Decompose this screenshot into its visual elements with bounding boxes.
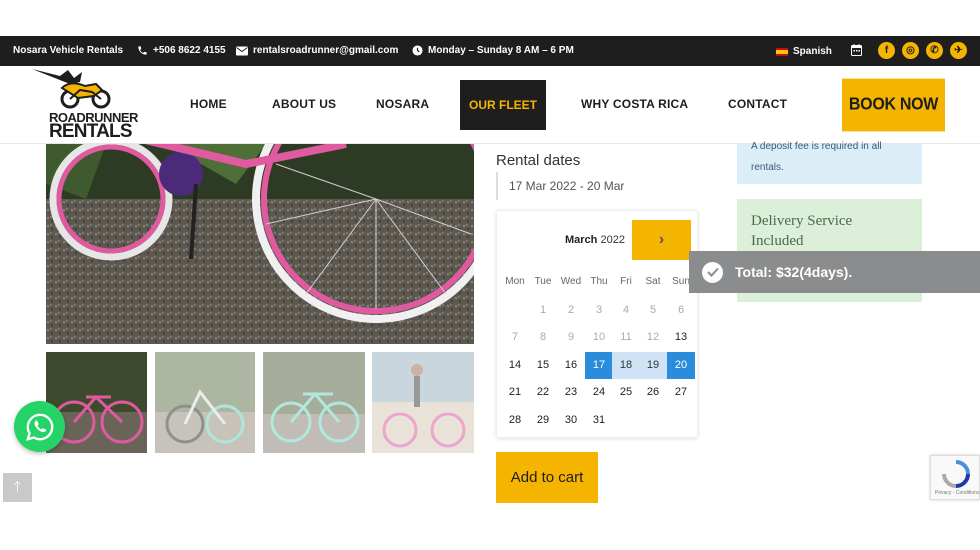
calendar-day[interactable]: 14 (501, 352, 529, 379)
total-toast: Total: $32(4days). (689, 251, 980, 293)
whatsapp-chat-button[interactable] (14, 401, 65, 452)
calendar-day: 3 (595, 304, 603, 316)
calendar-day: 11 (620, 331, 632, 343)
hours-text: Monday – Sunday 8 AM – 6 PM (412, 45, 574, 56)
facebook-icon[interactable]: f (878, 42, 895, 59)
calendar-day: 5 (649, 304, 657, 316)
brand-name: Nosara Vehicle Rentals (13, 45, 124, 56)
deposit-notice-text: A deposit fee is required in all rentals… (751, 141, 882, 173)
calendar-day[interactable]: 30 (557, 407, 585, 434)
calendar-day[interactable]: 31 (585, 407, 613, 434)
weekday-header: Mon (505, 276, 525, 287)
spain-flag-icon (776, 47, 788, 56)
calendar-day[interactable]: 26 (639, 379, 667, 406)
calendar-day[interactable]: 23 (557, 379, 585, 406)
calendar-day[interactable]: 18 (612, 352, 640, 379)
next-month-button[interactable]: › (632, 220, 691, 260)
calendar-day: 1 (539, 304, 547, 316)
thumbnail-2[interactable] (155, 352, 255, 453)
site-logo[interactable]: ROADRUNNER RENTALS (30, 66, 138, 144)
deposit-notice: A deposit fee is required in all rentals… (737, 141, 922, 184)
calendar-month-title: March 2022 (565, 234, 625, 246)
rental-date-range-field[interactable]: 17 Mar 2022 - 20 Mar (496, 172, 624, 200)
top-info-bar: Nosara Vehicle Rentals +506 8622 4155 re… (0, 36, 980, 66)
delivery-notice-text: Delivery Service Included (751, 213, 853, 249)
nav-about-us[interactable]: ABOUT US (272, 97, 336, 111)
calendar-day: 4 (622, 304, 630, 316)
share-icon[interactable]: ✈ (950, 42, 967, 59)
weekday-header: Fri (620, 276, 632, 287)
scroll-to-top-button[interactable]: 🡑 (3, 473, 32, 502)
calendar-day[interactable]: 20 (667, 352, 695, 379)
calendar-day[interactable]: 15 (529, 352, 557, 379)
product-main-image[interactable] (46, 144, 474, 344)
clock-icon (412, 45, 423, 56)
recaptcha-icon (942, 460, 970, 488)
weekday-header: Thu (590, 276, 608, 287)
language-switcher[interactable]: Spanish (776, 46, 832, 57)
calendar-day[interactable]: 21 (501, 379, 529, 406)
calendar-day: 8 (539, 331, 547, 343)
rental-dates-label: Rental dates (496, 152, 581, 169)
calendar-day[interactable]: 22 (529, 379, 557, 406)
calendar-day: 6 (677, 304, 685, 316)
calendar-day[interactable]: 13 (667, 324, 695, 351)
whatsapp-icon (25, 413, 53, 441)
nav-home[interactable]: HOME (190, 97, 227, 111)
nav-why-costa-rica[interactable]: WHY COSTA RICA (581, 97, 688, 111)
chevron-right-icon: › (658, 231, 665, 248)
nav-contact[interactable]: CONTACT (728, 97, 787, 111)
calendar-day[interactable]: 16 (557, 352, 585, 379)
logo-line-2: RENTALS (49, 121, 133, 142)
site-header: ROADRUNNER RENTALS HOME ABOUT US NOSARA … (0, 66, 980, 144)
calendar-day: 2 (567, 304, 575, 316)
recaptcha-footer[interactable]: Privacy - Conditions (935, 490, 979, 496)
total-toast-text: Total: $32(4days). (735, 264, 853, 280)
calendar-day[interactable]: 25 (612, 379, 640, 406)
phone-link[interactable]: +506 8622 4155 (137, 45, 226, 56)
thumbnail-4[interactable] (372, 352, 474, 453)
email-link[interactable]: rentalsroadrunner@gmail.com (236, 45, 398, 56)
weekday-header: Sat (645, 276, 661, 287)
date-picker-calendar: March 2022 › Mon Tue Wed Thu Fri Sat Sun 1 2 3 4 5 6… (496, 210, 698, 438)
calendar-day[interactable]: 27 (667, 379, 695, 406)
phone-icon (137, 45, 148, 56)
nav-our-fleet[interactable]: OUR FLEET (460, 80, 546, 130)
weekday-header: Wed (560, 276, 582, 287)
weekday-header: Tue (534, 276, 552, 287)
instagram-icon[interactable]: ◎ (902, 42, 919, 59)
nav-nosara[interactable]: NOSARA (376, 97, 429, 111)
arrow-up-icon: 🡑 (13, 477, 22, 494)
recaptcha-badge[interactable]: Privacy - Conditions (930, 455, 980, 500)
calendar-day: 9 (567, 331, 575, 343)
calendar-day: 10 (592, 331, 606, 343)
envelope-icon (236, 46, 248, 56)
calendar-day[interactable]: 29 (529, 407, 557, 434)
calendar-day: 12 (646, 331, 660, 343)
add-to-cart-button[interactable]: Add to cart (496, 452, 598, 503)
calendar-day[interactable]: 24 (585, 379, 613, 406)
calendar-day[interactable]: 28 (501, 407, 529, 434)
thumbnail-3[interactable] (263, 352, 365, 453)
calendar-day[interactable]: 17 (585, 352, 613, 379)
checkmark-icon (702, 261, 723, 283)
calendar-icon[interactable] (851, 44, 862, 56)
calendar-day: 7 (511, 331, 519, 343)
whatsapp-icon[interactable]: ✆ (926, 42, 943, 59)
calendar-day[interactable]: 19 (639, 352, 667, 379)
book-now-button[interactable]: BOOK NOW (842, 78, 945, 132)
